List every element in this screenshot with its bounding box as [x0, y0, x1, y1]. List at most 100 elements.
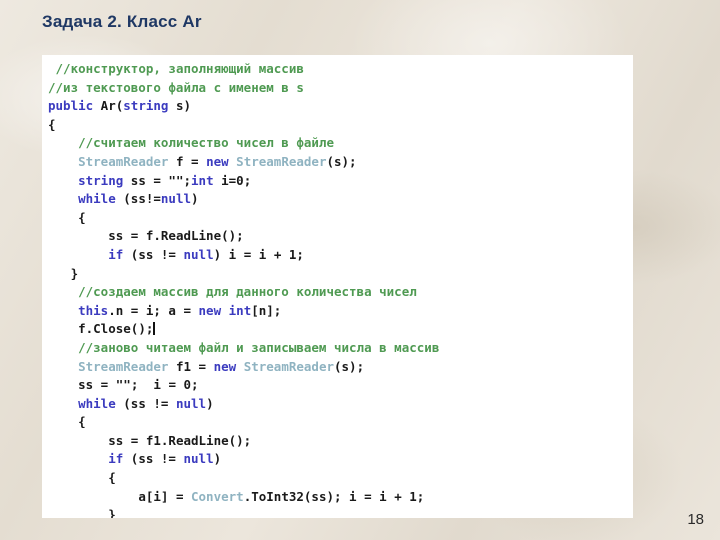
code-token-plain: a[i] =	[138, 488, 191, 504]
code-line: ss = f.ReadLine();	[42, 227, 633, 246]
code-token-plain: {	[78, 209, 86, 225]
code-line: f.Close();	[42, 320, 633, 339]
code-token-plain: }	[70, 265, 79, 281]
code-line: //заново читаем файл и записываем числа …	[42, 339, 633, 358]
code-token-plain: {	[108, 470, 116, 486]
code-token-plain: .n = i; a =	[108, 302, 199, 318]
code-line: StreamReader f = new StreamReader(s);	[42, 153, 633, 172]
code-line: }	[42, 265, 633, 284]
code-token-plain: ss = f.ReadLine();	[108, 228, 244, 244]
code-token-kw: null	[160, 191, 192, 207]
text-caret	[153, 322, 156, 336]
code-line: StreamReader f1 = new StreamReader(s);	[42, 358, 633, 377]
code-token-plain: ss =	[123, 172, 169, 188]
code-token-type: StreamReader	[78, 153, 169, 169]
code-block-panel[interactable]: //конструктор, заполняющий массив //из те…	[42, 55, 633, 518]
code-token-kw: this	[78, 302, 109, 318]
code-token-kw: int	[228, 302, 252, 318]
code-token-plain: ; i = 0;	[130, 377, 199, 393]
code-line: public Ar(string s)	[42, 97, 633, 116]
code-line: while (ss != null)	[42, 395, 633, 414]
code-token-plain: Ar(	[93, 98, 124, 114]
code-token-plain: )	[191, 191, 199, 207]
code-token-kw: if	[108, 246, 124, 262]
code-line: this.n = i; a = new int[n];	[42, 302, 633, 321]
code-line: ss = ""; i = 0;	[42, 376, 633, 395]
code-token-plain: ss = f1.ReadLine();	[108, 432, 252, 448]
code-token-kw: new	[198, 302, 222, 318]
code-line: while (ss!=null)	[42, 190, 633, 209]
code-token-plain: (ss!=	[115, 191, 161, 207]
code-token-plain: f.Close();	[78, 321, 154, 337]
code-token-plain: s)	[168, 98, 191, 114]
code-token-kw: null	[175, 395, 207, 411]
code-token-kw: if	[108, 451, 124, 467]
code-token-type: StreamReader	[78, 358, 169, 374]
code-token-kw: int	[191, 172, 214, 188]
code-line: //конструктор, заполняющий массив	[42, 60, 633, 79]
code-token-plain: [n];	[251, 302, 282, 318]
code-line: }	[42, 506, 633, 518]
code-token-kw: new	[206, 153, 229, 169]
code-token-plain: f =	[168, 153, 207, 169]
code-token-comment: //создаем массив для данного количества …	[78, 284, 417, 300]
code-token-str: ""	[168, 172, 184, 188]
code-token-plain: i=0;	[213, 172, 252, 188]
code-token-type: StreamReader	[236, 153, 327, 169]
code-token-type: StreamReader	[243, 358, 334, 374]
code-lines-container[interactable]: //конструктор, заполняющий массив //из те…	[42, 55, 633, 518]
code-token-plain: )	[213, 451, 222, 467]
code-token-plain: ;	[183, 172, 192, 188]
code-token-comment: //считаем количество чисел в файле	[78, 135, 334, 151]
code-line: if (ss != null)	[42, 450, 633, 469]
code-token-plain: f1 =	[168, 358, 214, 374]
code-token-plain: {	[78, 414, 86, 430]
code-line: {	[42, 116, 633, 135]
code-line: //из текстового файла с именем в s	[42, 79, 633, 98]
code-token-plain: {	[48, 116, 56, 132]
code-token-kw: null	[183, 246, 214, 262]
code-token-plain: (s);	[326, 153, 357, 169]
code-token-plain: (ss !=	[115, 395, 176, 411]
code-token-plain: (ss !=	[123, 246, 184, 262]
code-token-comment: //конструктор, заполняющий массив	[55, 61, 304, 76]
code-token-kw: public	[48, 98, 94, 114]
page-title: Задача 2. Класс Ar	[42, 12, 202, 31]
code-line: {	[42, 209, 633, 228]
code-line: if (ss != null) i = i + 1;	[42, 246, 633, 265]
code-token-plain: )	[206, 395, 214, 411]
code-token-plain: (s);	[334, 358, 365, 374]
code-token-kw: new	[213, 358, 237, 374]
code-token-plain: }	[108, 507, 116, 518]
code-token-plain: ss =	[78, 377, 116, 393]
code-token-comment: //заново читаем файл и записываем числа …	[78, 339, 440, 355]
code-line: //считаем количество чисел в файле	[42, 134, 633, 153]
code-token-kw: while	[78, 395, 116, 411]
code-token-plain: .ToInt32(ss); i = i + 1;	[243, 488, 425, 504]
code-token-kw: while	[78, 191, 116, 207]
code-token-kw: string	[78, 172, 124, 188]
slide-page-number: 18	[687, 511, 704, 528]
